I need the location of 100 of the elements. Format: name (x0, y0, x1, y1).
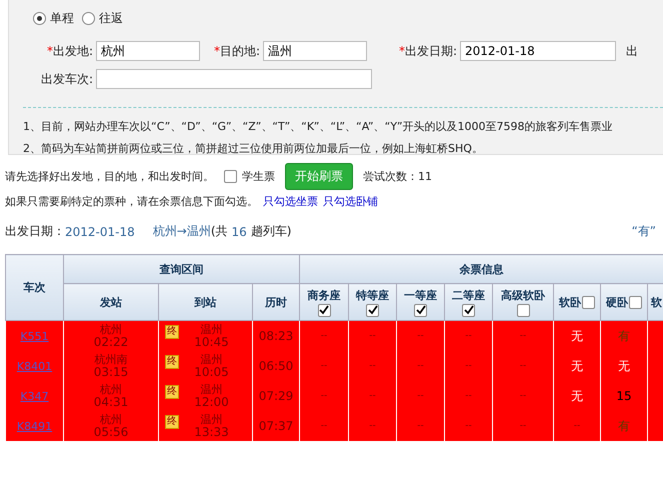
required-mark: * (46, 44, 53, 58)
checkbox-label: 学生票 (242, 169, 275, 184)
seat-availability: -- (464, 360, 473, 372)
terminal-badge: 终 (165, 415, 179, 429)
time-text: 02:22 (92, 336, 130, 349)
filter-link[interactable]: 只勾选卧铺 (323, 194, 378, 209)
station-text: 杭州 (99, 413, 123, 426)
attempts-text: 尝试次数：11 (363, 169, 432, 184)
field-label: 出发车次: (40, 70, 93, 88)
field-label: 出发日期: (404, 44, 457, 58)
checkbox[interactable] (629, 296, 642, 308)
checkbox[interactable] (224, 170, 237, 183)
seat-availability: -- (368, 330, 377, 342)
seat-availability: -- (320, 360, 328, 372)
checkbox[interactable] (366, 304, 379, 316)
seat-availability: -- (518, 420, 528, 432)
seat-availability: -- (368, 390, 377, 402)
trip-type-radio[interactable]: 往返 (82, 10, 123, 27)
column-header: 一等座 (404, 288, 437, 302)
terminal-badge: 终 (165, 385, 179, 399)
input-field[interactable]: 杭州 (96, 41, 200, 61)
seat-availability: -- (320, 330, 328, 342)
route-text: 杭州→温州 (152, 223, 211, 240)
seat-availability: -- (416, 330, 425, 342)
station-text: 温州 (200, 383, 224, 396)
field-label: 出发地: (52, 44, 93, 58)
terminal-badge: 终 (165, 355, 179, 369)
time-text: 05:56 (92, 426, 130, 439)
seat-availability: -- (464, 420, 473, 432)
column-header: 特等座 (356, 288, 389, 302)
required-mark: * (214, 44, 220, 58)
filter-hint: 如果只需要刷特定的票种，请在余票信息下面勾选。 (5, 194, 258, 209)
note-text: 1、目前，网站办理车次以“C”、“D”、“G”、“Z”、“T”、“K”、“L”、“A”、“Y”开头的以及1000至7598的旅客列车售票业 (23, 119, 614, 135)
seat-availability: 无 (617, 360, 631, 372)
seat-availability: -- (368, 420, 377, 432)
checkbox[interactable] (582, 296, 595, 308)
duration-text: 07:37 (258, 420, 294, 432)
seat-availability: -- (518, 390, 528, 402)
column-header: 商务座 (308, 288, 340, 302)
column-header: 二等座 (452, 288, 485, 302)
seat-availability: -- (572, 420, 582, 432)
station-text: 杭州 (99, 383, 123, 396)
train-count: 16 (232, 224, 247, 238)
column-header: 软卧 (559, 294, 581, 310)
checkbox[interactable] (462, 304, 475, 316)
seat-availability: -- (464, 330, 473, 342)
time-text: 04:31 (92, 396, 130, 409)
input-field[interactable] (96, 69, 372, 89)
input-field[interactable]: 2012-01-18 (460, 41, 616, 61)
input-field[interactable]: 温州 (263, 41, 367, 61)
column-header: 软 (651, 296, 662, 308)
seat-availability: 有 (617, 420, 631, 432)
time-text: 10:45 (193, 336, 230, 349)
date-text: 2012-01-18 (65, 224, 135, 238)
seat-availability: 无 (570, 330, 584, 342)
seat-availability: -- (464, 390, 473, 402)
column-header: 发站 (64, 284, 158, 320)
train-row[interactable]: K8491 杭州 05:56 终 温州 13:33 07:37 -- -- -- -- -- -- 有 (6, 411, 663, 441)
column-header: 高级软卧 (501, 288, 545, 302)
train-row[interactable]: K347 杭州 04:31 终 温州 12:00 07:29 -- -- -- -- -- 无 15 (6, 381, 663, 411)
train-row[interactable]: K551 杭州 02:22 终 温州 10:45 08:23 -- -- -- -- -- 无 有 (6, 320, 663, 351)
station-text: 杭州南 (94, 353, 128, 366)
column-header: 查询区间 (64, 254, 300, 284)
seat-availability: 无 (570, 360, 584, 372)
column-header: 历时 (252, 284, 300, 320)
time-text: 03:15 (92, 366, 130, 379)
seat-availability: -- (320, 390, 328, 402)
seat-availability: -- (416, 420, 425, 432)
column-header: 硬卧 (606, 294, 628, 310)
date-label: 出发日期： (5, 223, 65, 240)
time-text: 10:05 (193, 366, 230, 379)
seat-availability: 无 (570, 390, 584, 402)
count-prefix: (共 (210, 223, 228, 240)
seat-availability: 有 (617, 330, 631, 342)
duration-text: 08:23 (258, 330, 294, 342)
checkbox[interactable] (318, 304, 330, 316)
seat-availability: -- (368, 360, 377, 372)
seat-availability: -- (416, 390, 425, 402)
column-header: 车次 (6, 254, 64, 320)
seat-availability: -- (518, 330, 528, 342)
seat-availability: -- (416, 360, 425, 372)
filter-link[interactable]: 只勾选坐票 (263, 194, 318, 209)
hint-text: 请先选择好出发地，目的地，和出发时间。 (5, 169, 214, 184)
trip-type-radio[interactable]: 单程 (33, 10, 74, 27)
terminal-badge: 终 (165, 325, 179, 339)
note-text: 2、简码为车站简拼前两位或三位，简拼超过三位使用前两位加最后一位，例如上海虹桥SHQ。 (23, 141, 484, 154)
legend-text: “有” (632, 223, 656, 240)
station-text: 温州 (200, 413, 224, 426)
duration-text: 06:50 (258, 360, 294, 372)
seat-availability: 15 (615, 390, 633, 402)
duration-text: 07:29 (258, 390, 294, 402)
train-row[interactable]: K8401 杭州南 03:15 终 温州 10:05 06:50 -- -- -- -- -- 无 无 (6, 351, 663, 381)
time-text: 12:00 (193, 396, 230, 409)
field-label: 出 (625, 42, 638, 60)
field-label: 目的地: (220, 44, 260, 58)
seat-availability: -- (518, 360, 528, 372)
required-mark: * (398, 44, 405, 58)
checkbox[interactable] (516, 304, 530, 316)
checkbox[interactable] (414, 304, 427, 316)
seat-availability: -- (320, 420, 328, 432)
